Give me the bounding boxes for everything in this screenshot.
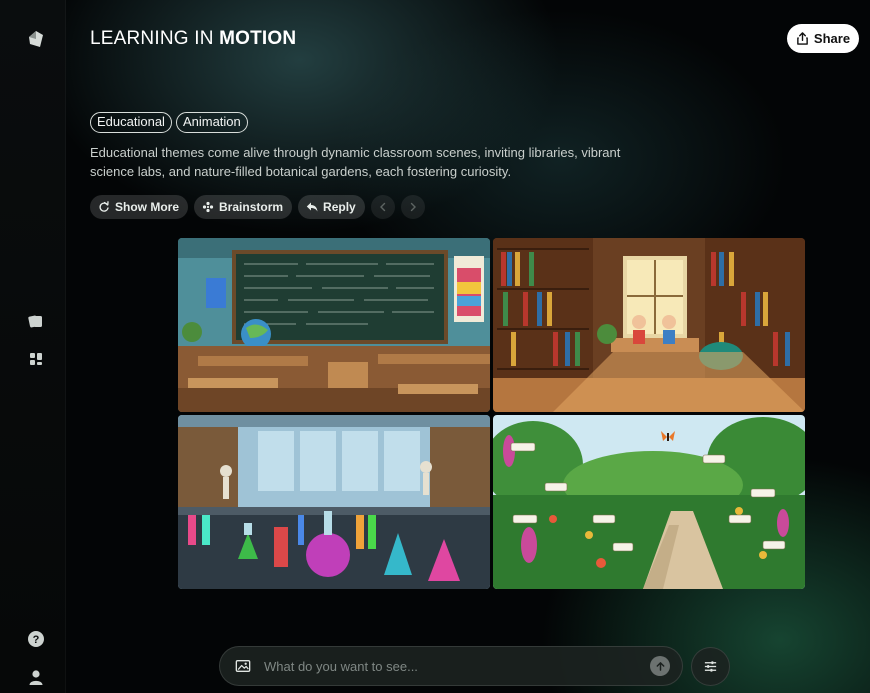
previous-button[interactable]: [370, 195, 395, 219]
brainstorm-button[interactable]: Brainstorm: [194, 195, 293, 219]
image-classroom[interactable]: [178, 238, 490, 412]
show-more-button[interactable]: Show More: [90, 195, 189, 219]
description: Educational themes come alive through dy…: [90, 145, 621, 179]
share-button[interactable]: Share: [787, 24, 859, 53]
sidebar: ?: [0, 0, 66, 693]
chevron-right-icon: [410, 202, 416, 212]
share-label: Share: [813, 31, 851, 46]
image-botanical-garden[interactable]: [493, 415, 805, 589]
logo-icon[interactable]: [27, 30, 45, 48]
prompt-bar: [219, 646, 683, 686]
arrow-up-icon: [656, 661, 664, 671]
send-button[interactable]: [650, 656, 670, 676]
image-science-lab[interactable]: [178, 415, 490, 589]
page-title: LEARNING IN MOTION: [90, 28, 296, 50]
svg-text:?: ?: [33, 634, 40, 646]
help-icon[interactable]: ?: [27, 630, 45, 648]
cards-icon[interactable]: [27, 312, 45, 330]
app-window: ? LEARNING IN MOTION Share Educational A…: [0, 0, 870, 693]
chevron-left-icon: [379, 202, 385, 212]
brainstorm-label: Brainstorm: [219, 200, 284, 214]
next-button[interactable]: [400, 195, 425, 219]
tag-list: Educational Animation: [90, 112, 248, 133]
sliders-icon: [704, 661, 717, 672]
grid-icon[interactable]: [27, 350, 45, 368]
show-more-label: Show More: [115, 200, 180, 214]
refresh-icon: [99, 201, 109, 212]
brainstorm-icon: [202, 201, 214, 213]
reply-button[interactable]: Reply: [298, 195, 365, 219]
prompt-input[interactable]: [264, 658, 650, 674]
settings-button[interactable]: [691, 647, 730, 686]
image-grid: [178, 238, 805, 589]
reply-label: Reply: [323, 200, 356, 214]
title-light: LEARNING IN: [90, 28, 220, 49]
reply-icon: [306, 202, 318, 212]
tag-animation[interactable]: Animation: [175, 112, 248, 133]
image-library[interactable]: [493, 238, 805, 412]
user-icon[interactable]: [27, 668, 45, 686]
action-bar: Show More Brainstorm Reply: [90, 195, 425, 219]
tag-educational[interactable]: Educational: [90, 112, 172, 133]
image-upload-icon[interactable]: [234, 657, 252, 675]
title-bold: MOTION: [219, 28, 297, 49]
share-icon: [797, 32, 808, 45]
